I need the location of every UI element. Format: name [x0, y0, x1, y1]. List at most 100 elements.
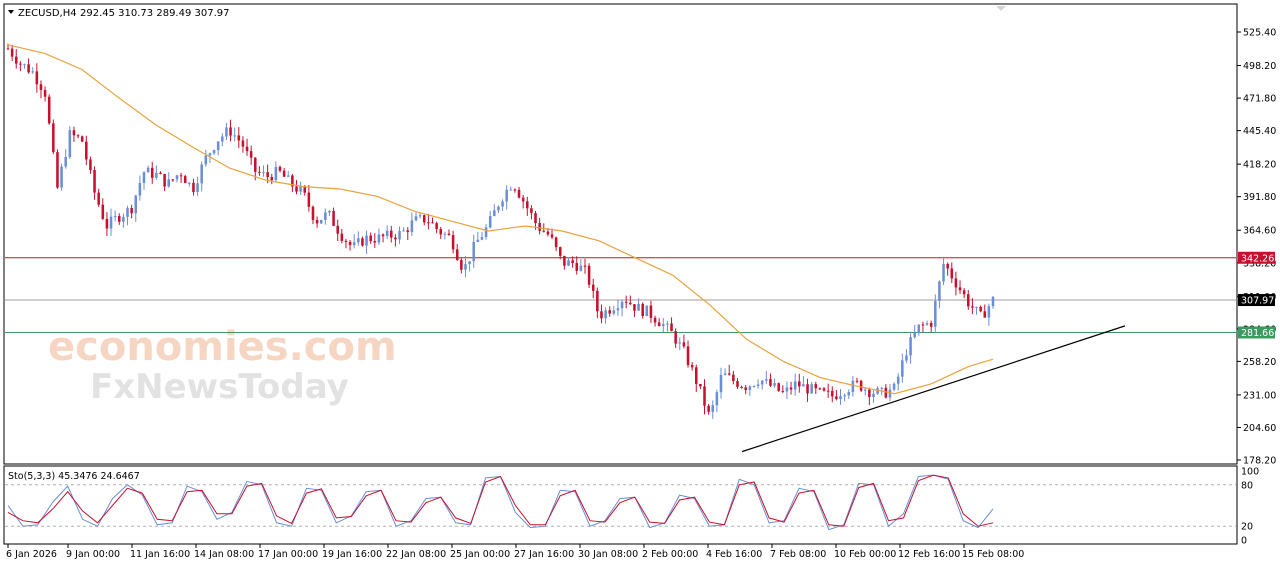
candle-body [64, 157, 67, 167]
candle-body [806, 384, 809, 394]
candle-body [488, 216, 492, 228]
candle-body [781, 390, 785, 392]
candle-body [505, 189, 508, 202]
candle-body [571, 260, 574, 264]
candle-body [991, 296, 995, 307]
candle-body [645, 305, 649, 317]
candle-body [785, 387, 789, 392]
candle-body [274, 166, 278, 181]
candle-body [983, 311, 987, 318]
y-tick-label: 364.60 [1243, 226, 1276, 237]
candle-body [398, 230, 401, 240]
candle-body [188, 182, 191, 184]
candle-body [254, 157, 257, 172]
candle-body [200, 164, 203, 184]
candle-body [35, 71, 39, 85]
candle-body [546, 231, 550, 235]
candle-body [657, 322, 661, 327]
x-tick-label: 9 Jan 00:00 [66, 549, 120, 560]
candle-body [653, 317, 657, 323]
candle-body [97, 192, 100, 205]
candle-body [905, 355, 908, 361]
candle-body [319, 219, 323, 224]
candle-body [212, 150, 216, 154]
chart-root: economies.com FxNewsToday 525.40 498.20 47… [0, 0, 1280, 567]
candle-body [113, 216, 117, 218]
candle-body [118, 216, 121, 222]
candle-body [600, 311, 603, 319]
x-tick-label: 19 Jan 16:00 [322, 549, 382, 560]
stochastic-level-label: 100 [1241, 467, 1259, 478]
candle-body [286, 175, 290, 177]
candle-body [142, 172, 146, 184]
candle-body [47, 96, 51, 124]
stochastic-level-label: 0 [1241, 536, 1247, 547]
candle-body [23, 64, 26, 66]
stochastic-level-label: 20 [1241, 522, 1253, 533]
candle-body [530, 208, 533, 214]
candle-body [340, 233, 344, 241]
symbol-label: ZECUSD,H4 [18, 8, 77, 19]
candle-body [229, 127, 232, 136]
candle-body [773, 383, 776, 386]
candle-body [501, 201, 504, 207]
candle-body [163, 173, 166, 187]
candle-body [130, 208, 133, 214]
y-tick-label: 418.20 [1243, 160, 1276, 171]
candle-body [27, 64, 30, 73]
candle-body [509, 189, 513, 191]
candle-body [241, 140, 245, 147]
candle-body [699, 383, 702, 387]
candle-body [901, 360, 904, 377]
x-tick-label: 14 Jan 08:00 [194, 549, 254, 560]
y-tick-label: 204.60 [1243, 423, 1276, 434]
candle-body [146, 167, 150, 173]
candle-body [748, 386, 752, 390]
candle-body [723, 373, 727, 375]
candle-body [179, 175, 183, 177]
x-tick-label: 12 Feb 16:00 [898, 549, 960, 560]
candle-body [447, 233, 451, 236]
candle-body [377, 234, 381, 243]
x-tick-label: 2 Feb 00:00 [642, 549, 698, 560]
y-tick-label: 178.20 [1243, 456, 1276, 467]
candle-body [282, 170, 286, 177]
candle-body [167, 179, 171, 187]
candle-body [563, 255, 566, 266]
candle-body [427, 222, 430, 224]
candle-body [299, 186, 302, 192]
candle-body [311, 206, 315, 220]
x-tick-label: 6 Jan 2026 [6, 549, 57, 560]
stochastic-label: Sto(5,3,3) 45.3476 24.6467 [8, 471, 140, 482]
candle-body [830, 390, 834, 397]
candle-body [707, 405, 710, 412]
x-tick-label: 17 Jan 00:00 [258, 549, 318, 560]
candle-body [150, 167, 154, 178]
watermark-fxnewstoday: FxNewsToday [90, 367, 349, 407]
candle-body [480, 237, 484, 240]
candle-body [361, 238, 364, 246]
candle-body [332, 210, 335, 226]
x-tick-label: 25 Jan 00:00 [450, 549, 510, 560]
candle-body [715, 392, 719, 406]
candle-body [624, 301, 628, 303]
candle-body [315, 219, 319, 224]
candle-body [249, 151, 253, 158]
candle-body [262, 172, 265, 174]
candle-body [826, 390, 830, 392]
candle-body [72, 130, 76, 136]
candle-body [352, 242, 356, 246]
candle-body [278, 166, 282, 171]
candle-body [694, 367, 698, 384]
candle-body [418, 215, 422, 217]
candle-body [171, 179, 175, 181]
level-price-label: 281.66 [1241, 328, 1274, 339]
candle-body [835, 396, 838, 400]
candle-body [637, 303, 640, 311]
candle-body [604, 310, 607, 319]
candle-body [89, 159, 92, 171]
candle-body [534, 213, 537, 224]
candle-body [237, 135, 241, 141]
candle-body [204, 155, 208, 165]
candle-body [414, 216, 418, 221]
